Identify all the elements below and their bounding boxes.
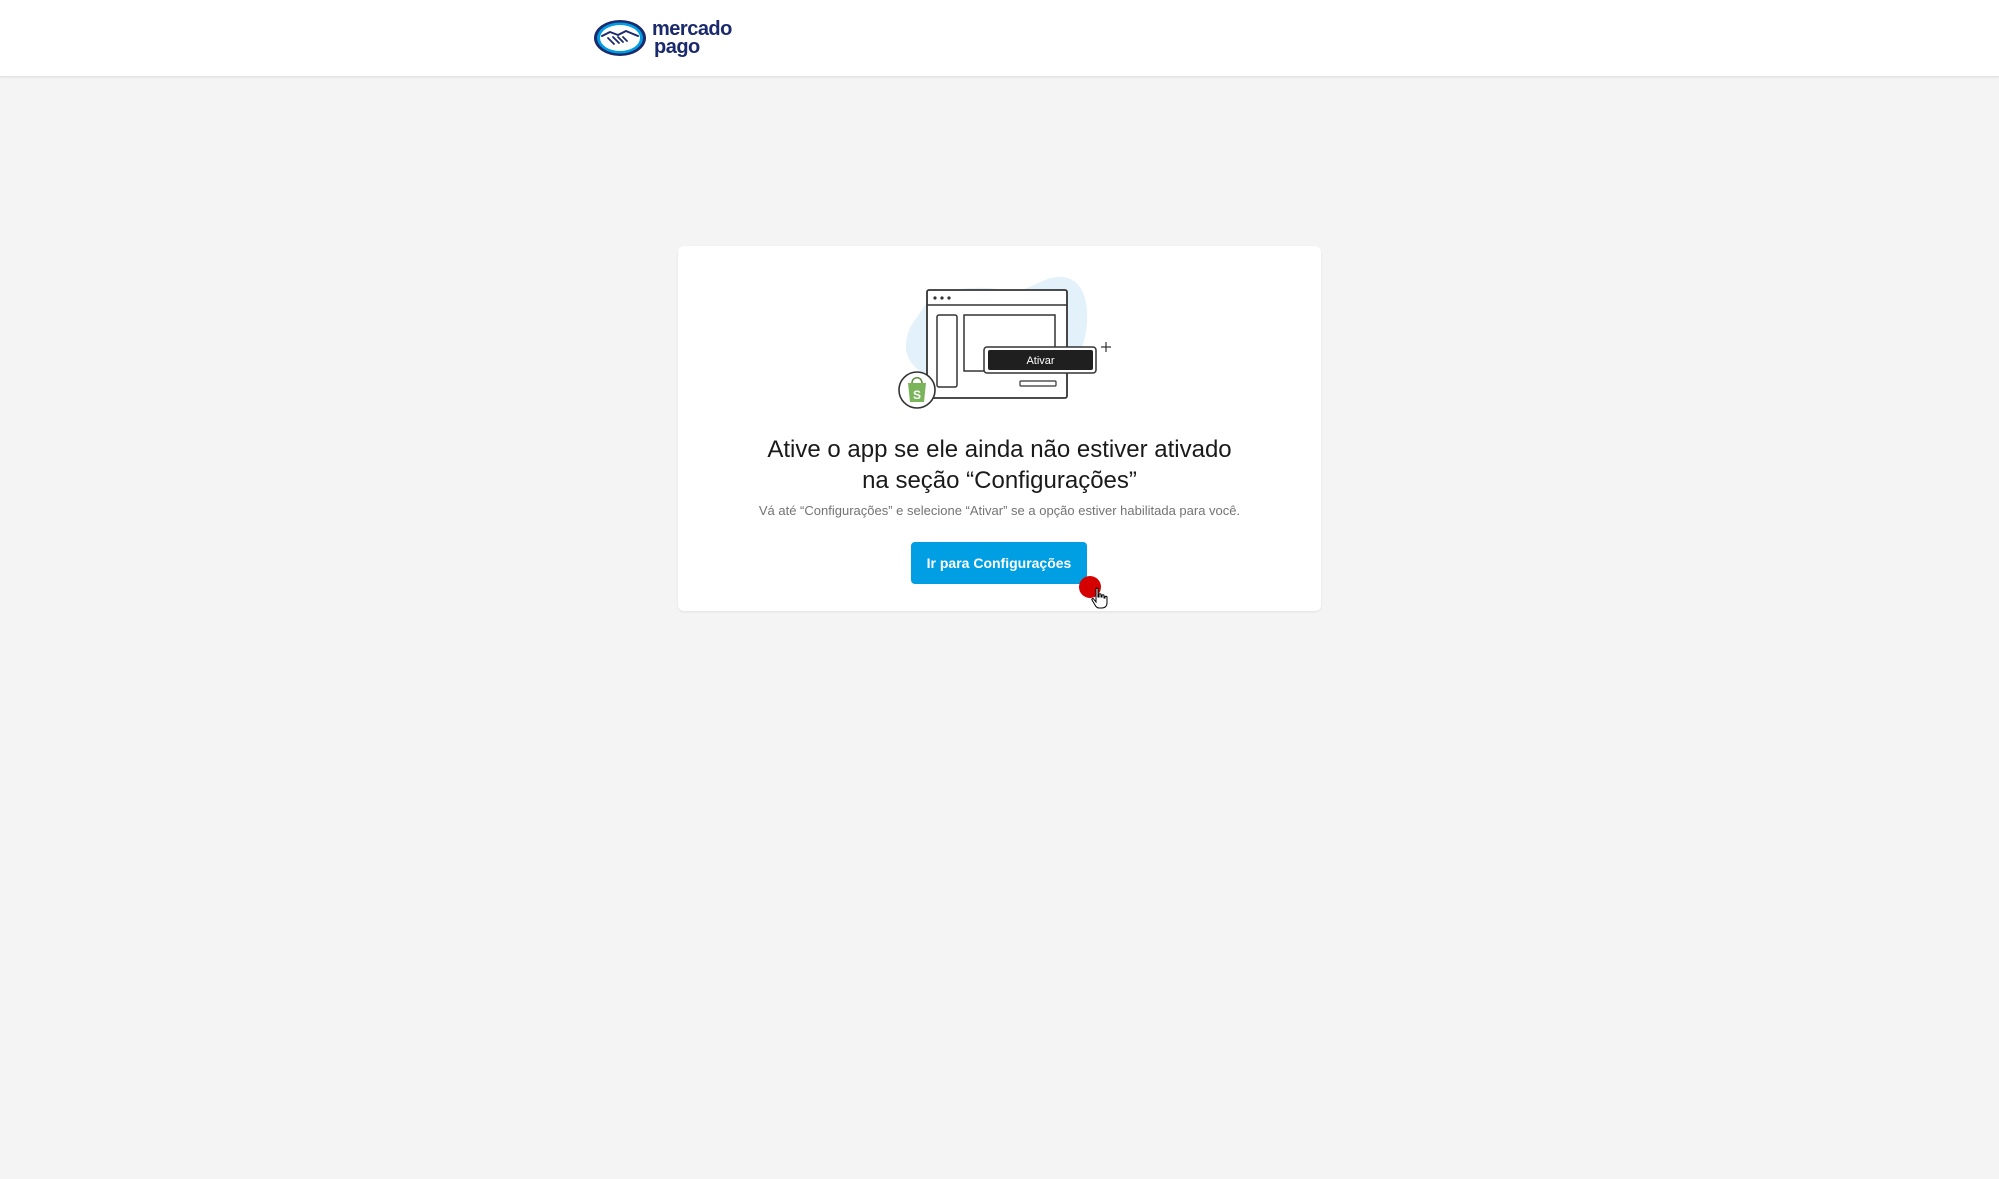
card-subtitle: Vá até “Configurações” e selecione “Ativ…: [758, 503, 1241, 518]
hand-cursor-icon: [1091, 587, 1108, 609]
svg-text:S: S: [913, 388, 921, 402]
app-activation-illustration: Ativar S: [898, 277, 1111, 409]
card-title-line-2: na seção “Configurações”: [862, 467, 1137, 494]
illustration-ativar-label: Ativar: [1026, 355, 1054, 367]
handshake-icon: [594, 20, 646, 56]
logo-wordmark: mercado pago: [652, 19, 732, 58]
activation-card: Ativar S Ative o app se ele ainda não es…: [678, 246, 1321, 611]
top-bar: mercado pago: [0, 0, 1999, 77]
card-title-line-1: Ative o app se ele ainda não estiver ati…: [767, 436, 1232, 463]
mercado-pago-logo[interactable]: mercado pago: [592, 16, 732, 60]
card-title: Ative o app se ele ainda não estiver ati…: [678, 434, 1321, 496]
go-to-settings-button[interactable]: Ir para Configurações: [911, 542, 1087, 584]
logo-line-2: pago: [654, 36, 700, 58]
